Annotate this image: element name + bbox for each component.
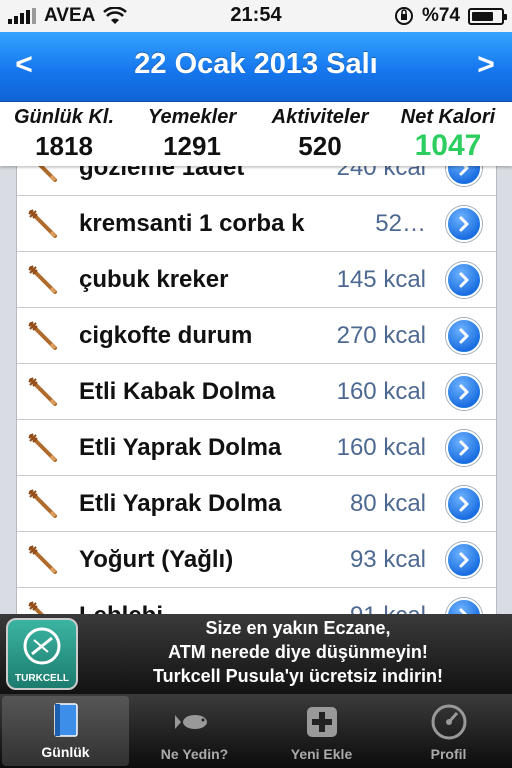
- food-row[interactable]: kremsanti 1 corba k 52…: [17, 196, 496, 252]
- food-kcal: 160 kcal: [336, 377, 426, 405]
- fork-knife-icon: [25, 486, 61, 522]
- food-kcal: 91 kcal: [350, 602, 426, 615]
- tab-label: Ne Yedin?: [160, 746, 229, 762]
- food-kcal: 145 kcal: [336, 265, 426, 293]
- food-name: gözleme 1adet: [79, 166, 245, 181]
- food-row[interactable]: çubuk kreker 145 kcal: [17, 252, 496, 308]
- ad-line1: Size en yakın Eczane,: [205, 618, 391, 638]
- next-day-button[interactable]: >: [466, 48, 506, 82]
- detail-disclosure-button[interactable]: [446, 597, 482, 614]
- gauge-icon: [429, 702, 469, 742]
- net-calorie-value: 1047: [414, 129, 482, 162]
- tab-label: Yeni Ekle: [290, 746, 353, 762]
- food-name: cigkofte durum: [79, 321, 253, 349]
- book-icon: [46, 700, 86, 740]
- status-bar: AVEA 21:54 %74: [0, 0, 512, 32]
- calorie-summary: Günlük Kl. 1818 Yemekler 1291 Aktivitele…: [0, 102, 512, 166]
- food-row[interactable]: cigkofte durum 270 kcal: [17, 308, 496, 364]
- rotation-lock-icon: [394, 7, 413, 25]
- fork-knife-icon: [25, 166, 61, 186]
- food-name: Etli Kabak Dolma: [79, 377, 276, 405]
- detail-disclosure-button[interactable]: [446, 485, 482, 522]
- food-kcal: 240 kcal: [336, 166, 426, 181]
- tab-gunluk[interactable]: Günlük: [2, 696, 129, 766]
- fork-knife-icon: [25, 374, 61, 410]
- summary-value: 1291: [163, 131, 221, 161]
- food-kcal: 270 kcal: [336, 321, 426, 349]
- detail-disclosure-button[interactable]: [446, 429, 482, 466]
- ad-banner[interactable]: TURKCELL Size en yakın Eczane, ATM nered…: [0, 614, 512, 694]
- tab-bar: Günlük Ne Yedin? Yeni Ekle Profil: [0, 694, 512, 768]
- battery-icon: [468, 7, 507, 25]
- detail-disclosure-button[interactable]: [446, 541, 482, 578]
- turkcell-pusula-logo: TURKCELL: [6, 618, 78, 690]
- food-row[interactable]: Etli Kabak Dolma 160 kcal: [17, 364, 496, 420]
- food-row[interactable]: Leblebi 91 kcal: [17, 588, 496, 614]
- summary-daily: Günlük Kl. 1818: [0, 102, 128, 166]
- food-kcal: 93 kcal: [349, 545, 426, 573]
- summary-label: Net Kalori: [400, 106, 496, 128]
- food-kcal: 80 kcal: [349, 489, 426, 517]
- battery-percent: %74: [421, 5, 460, 26]
- summary-label: Aktiviteler: [271, 106, 369, 128]
- food-name: Leblebi: [79, 602, 163, 615]
- tab-profil[interactable]: Profil: [385, 694, 512, 768]
- detail-disclosure-button[interactable]: [446, 205, 482, 242]
- fork-knife-icon: [25, 262, 61, 298]
- food-kcal: 160 kcal: [336, 433, 426, 461]
- detail-disclosure-button[interactable]: [446, 166, 482, 186]
- food-row[interactable]: Etli Yaprak Dolma 160 kcal: [17, 420, 496, 476]
- food-row[interactable]: Yoğurt (Yağlı) 93 kcal: [17, 532, 496, 588]
- summary-activities: Aktiviteler 520: [256, 102, 384, 166]
- summary-label: Günlük Kl.: [14, 106, 114, 128]
- food-name: kremsanti 1 corba k: [79, 209, 305, 237]
- tab-yeni-ekle[interactable]: Yeni Ekle: [258, 694, 385, 768]
- detail-disclosure-button[interactable]: [446, 261, 482, 298]
- food-name: Etli Yaprak Dolma: [79, 433, 282, 461]
- food-list: gözleme 1adet 240 kcal kremsanti 1 corba k…: [16, 166, 497, 614]
- food-list-scroll[interactable]: gözleme 1adet 240 kcal kremsanti 1 corba k…: [0, 166, 512, 614]
- detail-disclosure-button[interactable]: [446, 373, 482, 410]
- tab-label: Günlük: [41, 744, 90, 760]
- food-row[interactable]: gözleme 1adet 240 kcal: [17, 166, 496, 196]
- summary-label: Yemekler: [147, 106, 237, 128]
- fork-knife-icon: [25, 206, 61, 242]
- plus-icon: [302, 702, 342, 742]
- fish-icon: [174, 702, 215, 742]
- ad-line2: ATM nerede diye düşünmeyin!: [168, 642, 428, 662]
- fork-knife-icon: [25, 318, 61, 354]
- summary-value: 520: [298, 131, 342, 161]
- fork-knife-icon: [25, 542, 61, 578]
- summary-value: 1818: [35, 131, 93, 161]
- food-name: Etli Yaprak Dolma: [79, 489, 282, 517]
- tab-label: Profil: [430, 746, 467, 762]
- food-kcal: 52…: [375, 209, 426, 237]
- tab-ne-yedin[interactable]: Ne Yedin?: [131, 694, 258, 768]
- food-row[interactable]: Etli Yaprak Dolma 80 kcal: [17, 476, 496, 532]
- fork-knife-icon: [25, 430, 61, 466]
- food-name: Yoğurt (Yağlı): [79, 545, 234, 573]
- logo-brand: TURKCELL: [15, 673, 69, 684]
- food-name: çubuk kreker: [79, 265, 229, 293]
- summary-net: Net Kalori 1047: [384, 102, 512, 166]
- detail-disclosure-button[interactable]: [446, 317, 482, 354]
- summary-meals: Yemekler 1291: [128, 102, 256, 166]
- prev-day-button[interactable]: <: [4, 48, 44, 82]
- date-navbar: < 22 Ocak 2013 Salı >: [0, 32, 512, 102]
- ad-line3: Turkcell Pusula'yı ücretsiz indirin!: [152, 666, 444, 686]
- date-title: 22 Ocak 2013 Salı: [134, 48, 378, 80]
- fork-knife-icon: [25, 598, 61, 614]
